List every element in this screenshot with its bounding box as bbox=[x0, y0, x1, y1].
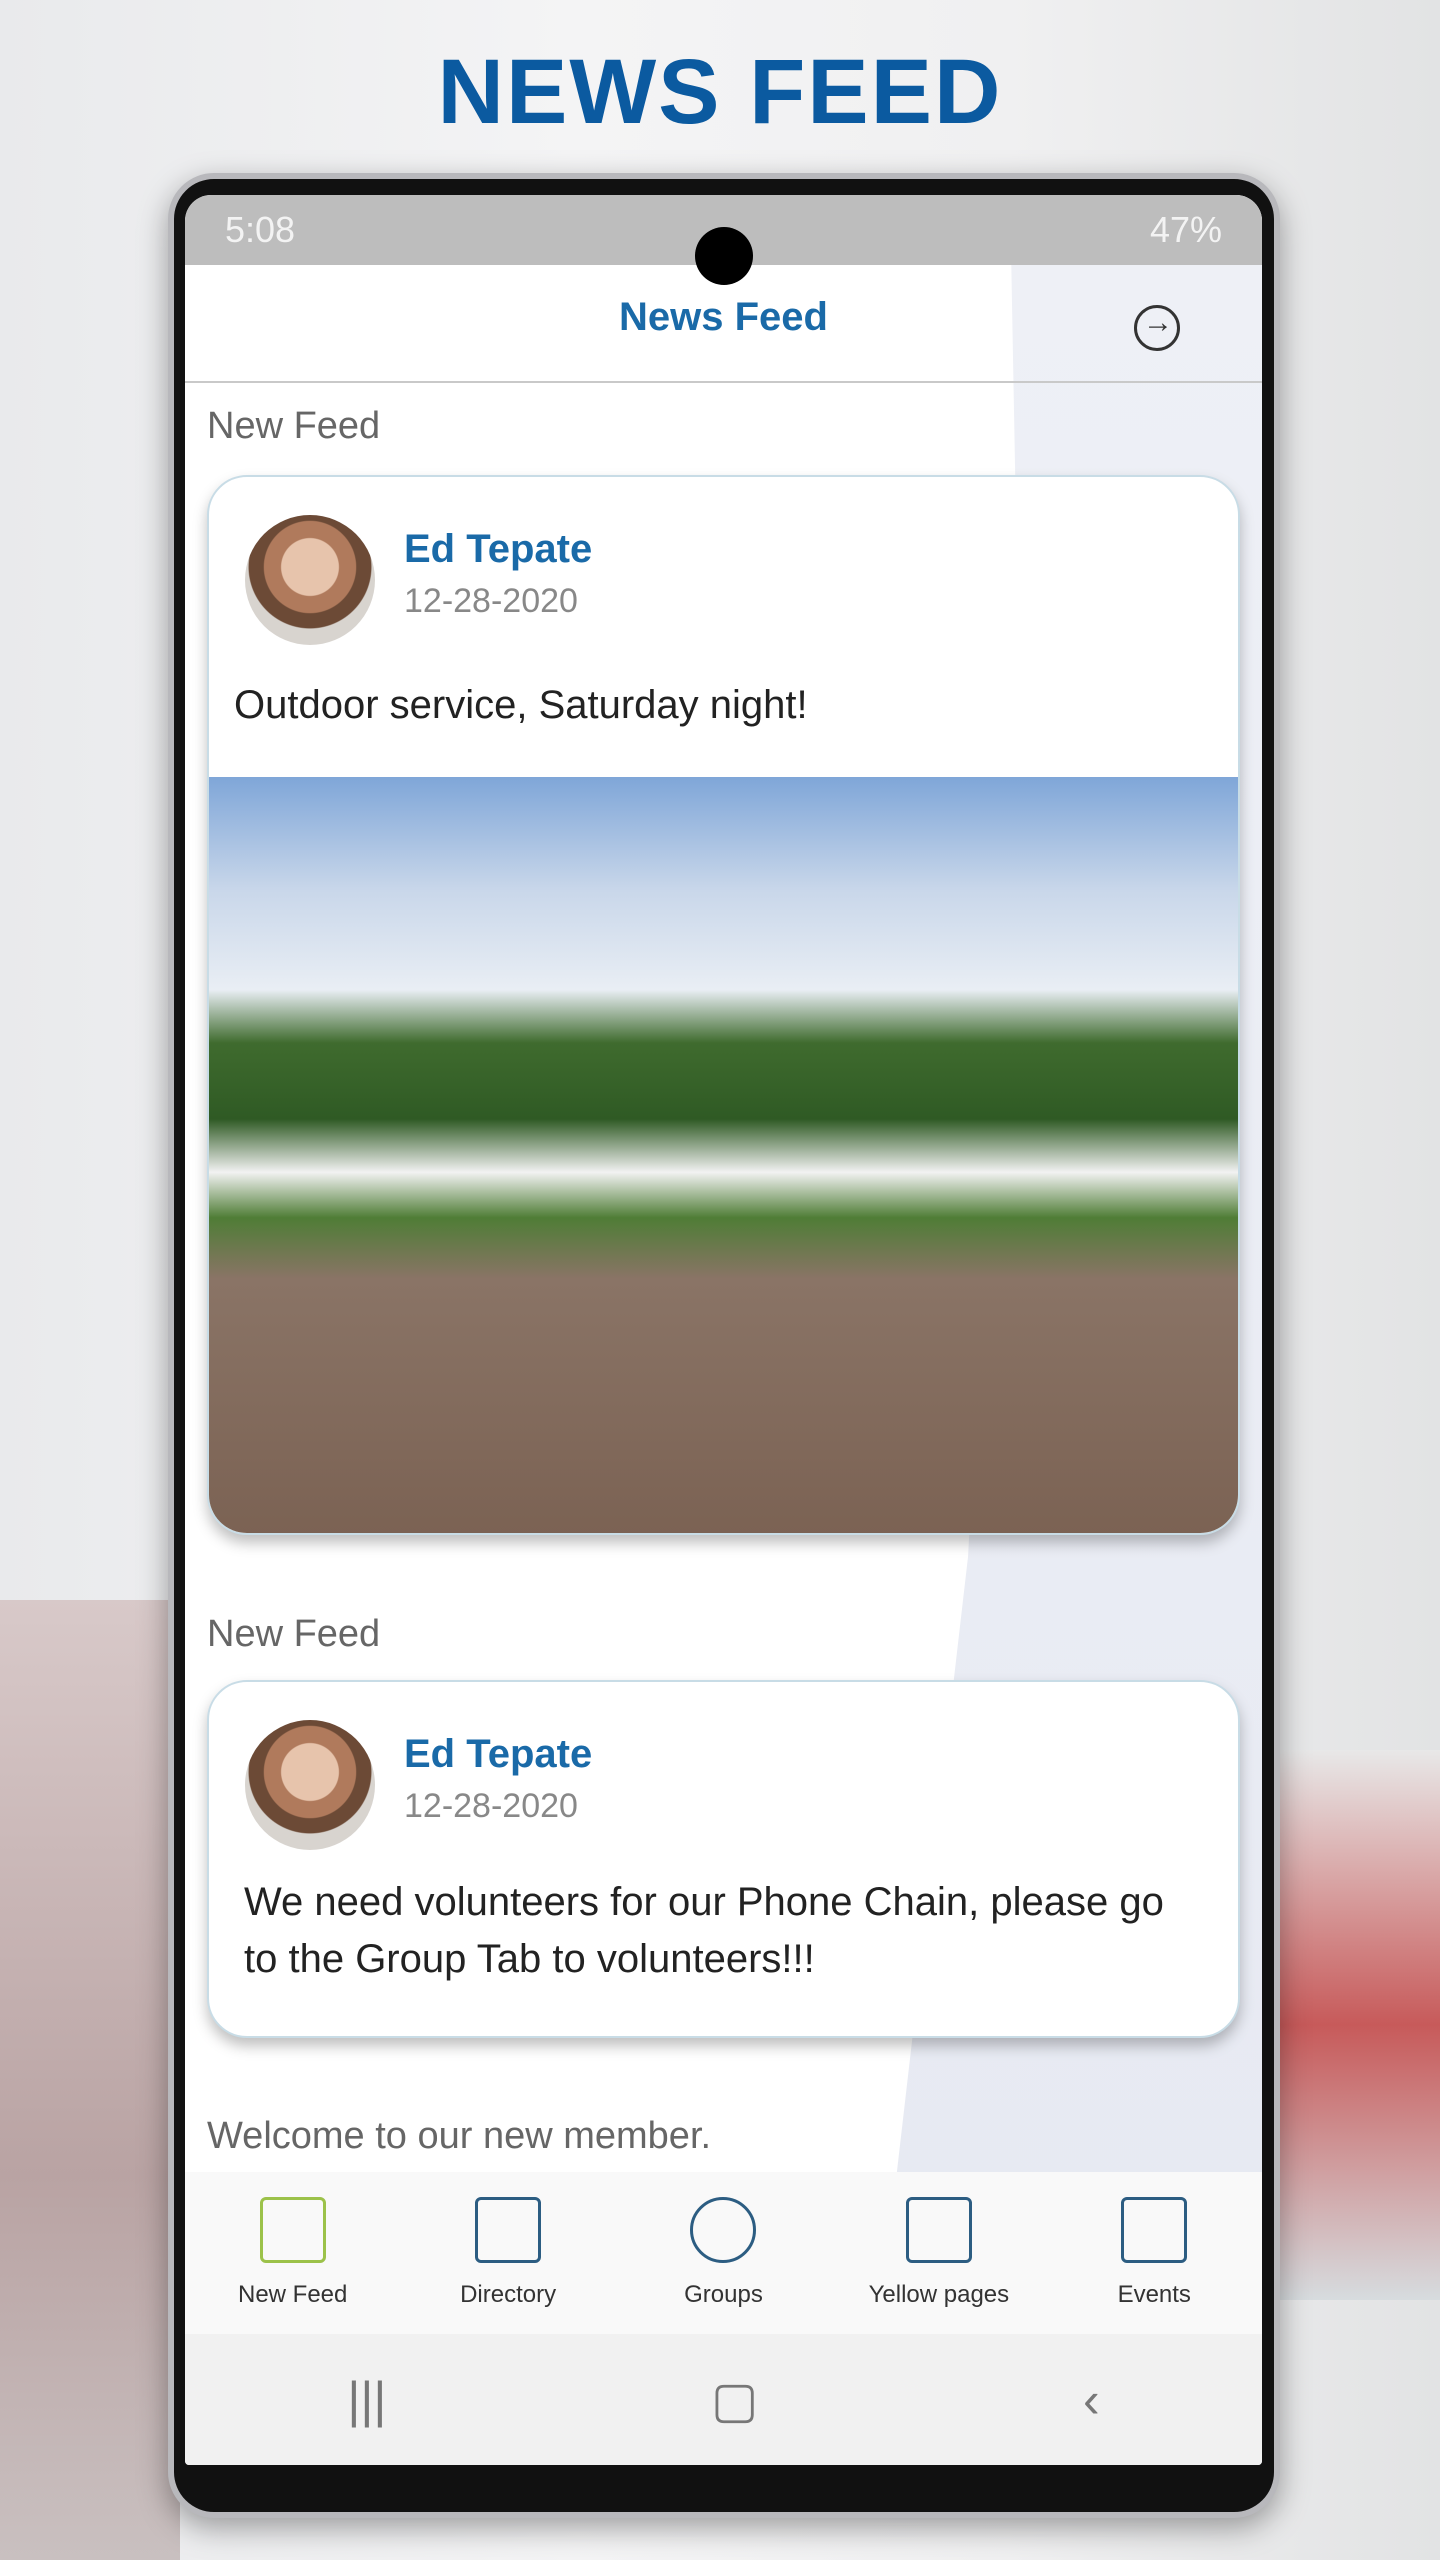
back-button[interactable]: ‹ bbox=[1083, 2371, 1100, 2429]
background-person bbox=[0, 1600, 180, 2560]
headline: NEWS FEED bbox=[437, 41, 1003, 143]
nav-new-feed[interactable]: New Feed bbox=[193, 2197, 393, 2309]
section-label: New Feed bbox=[207, 1613, 381, 1655]
feed-post[interactable]: Ed Tepate 12-28-2020 We need volunteers … bbox=[207, 1680, 1240, 2038]
newspaper-icon bbox=[259, 2197, 326, 2263]
system-nav: ||| ▢ ‹ bbox=[185, 2334, 1262, 2465]
nav-label: Directory bbox=[460, 2281, 557, 2308]
nav-label: Yellow pages bbox=[868, 2281, 1010, 2308]
background-chairs bbox=[1270, 1750, 1440, 2300]
nav-label: New Feed bbox=[237, 2281, 348, 2308]
status-battery: 47% bbox=[1149, 209, 1222, 250]
post-photo[interactable] bbox=[209, 777, 1238, 1533]
group-icon bbox=[690, 2197, 757, 2263]
app-bar: News Feed bbox=[185, 265, 1262, 383]
post-date: 12-28-2020 bbox=[404, 1787, 578, 1825]
section-label: New Feed bbox=[207, 405, 381, 447]
home-button[interactable]: ▢ bbox=[711, 2371, 758, 2429]
post-date: 12-28-2020 bbox=[404, 582, 578, 620]
feed-post[interactable]: Ed Tepate 12-28-2020 Outdoor service, Sa… bbox=[207, 475, 1240, 1535]
yellow-pages-icon bbox=[905, 2197, 972, 2263]
bottom-nav: New Feed Directory Groups Yellow pages E… bbox=[185, 2172, 1262, 2334]
nav-directory[interactable]: Directory bbox=[408, 2197, 608, 2309]
recents-button[interactable]: ||| bbox=[347, 2371, 386, 2429]
avatar bbox=[245, 515, 375, 645]
author-name[interactable]: Ed Tepate bbox=[404, 527, 592, 572]
nav-yellow-pages[interactable]: Yellow pages bbox=[839, 2197, 1039, 2309]
page-title: News Feed bbox=[619, 295, 828, 339]
avatar bbox=[245, 1720, 375, 1850]
nav-label: Groups bbox=[684, 2281, 763, 2308]
nav-events[interactable]: Events bbox=[1054, 2197, 1254, 2309]
file-box-icon bbox=[475, 2197, 542, 2263]
nav-label: Events bbox=[1117, 2281, 1191, 2308]
phone-screen: 5:08 47% News Feed New Feed Ed Tepate 12… bbox=[185, 195, 1262, 2465]
nav-groups[interactable]: Groups bbox=[623, 2197, 823, 2309]
calendar-icon bbox=[1121, 2197, 1188, 2263]
welcome-label: Welcome to our new member. bbox=[207, 2115, 712, 2157]
post-text: We need volunteers for our Phone Chain, … bbox=[244, 1880, 1164, 1981]
logout-icon[interactable] bbox=[1134, 305, 1180, 351]
status-time: 5:08 bbox=[225, 209, 296, 250]
post-text: Outdoor service, Saturday night! bbox=[234, 683, 808, 727]
author-name[interactable]: Ed Tepate bbox=[404, 1732, 592, 1777]
